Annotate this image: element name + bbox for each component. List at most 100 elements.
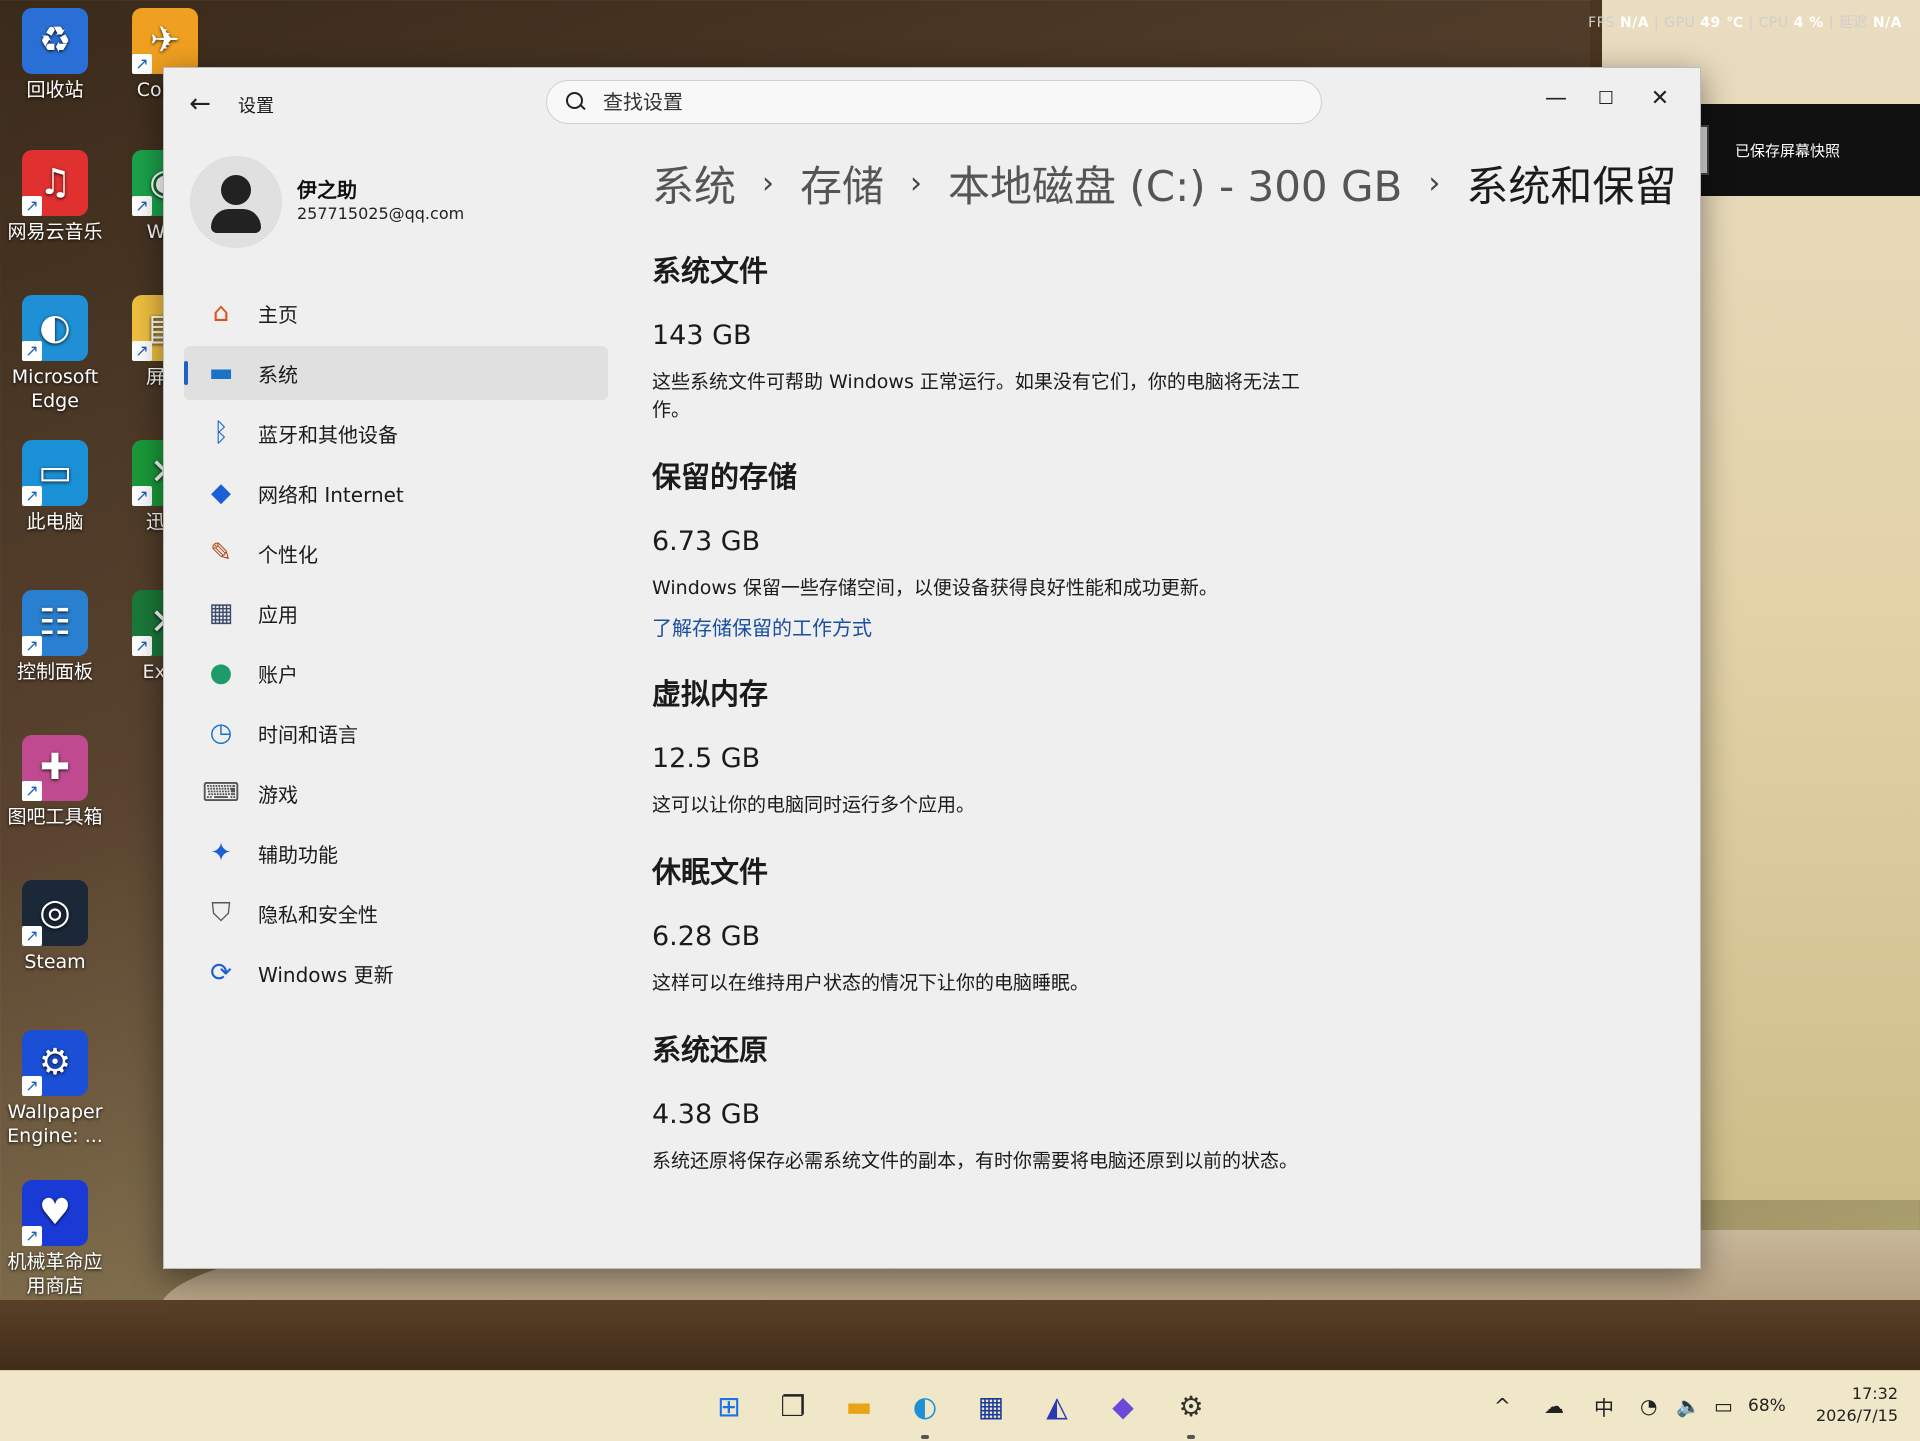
mechrevo-icon[interactable]: ◭: [1036, 1385, 1078, 1427]
section-size: 143 GB: [652, 320, 752, 351]
desktop-icon-label: 控制面板: [16, 661, 93, 683]
wifi-icon[interactable]: ◔: [1640, 1371, 1657, 1441]
shortcut-arrow-icon: ↗: [22, 781, 42, 801]
wifi-icon: ◆: [211, 478, 231, 508]
file-explorer-icon[interactable]: ▬: [838, 1385, 880, 1427]
desktop-icon[interactable]: ◐ ↗ Microsoft Edge: [0, 295, 110, 413]
gpu-label: GPU: [1664, 15, 1696, 31]
sidebar-item-label: 蓝牙和其他设备: [258, 422, 398, 447]
desktop-icon[interactable]: ◎ ↗ Steam: [0, 880, 110, 974]
sidebar-item[interactable]: ◷ 时间和语言: [184, 706, 608, 760]
shortcut-arrow-icon: ↗: [22, 1076, 42, 1096]
sidebar-item[interactable]: ⟳ Windows 更新: [184, 946, 608, 1000]
volume-icon[interactable]: 🔈: [1676, 1371, 1701, 1441]
mechrevo-store-icon: ♥ ↗: [22, 1180, 88, 1246]
recycle-bin-icon: ♻: [22, 8, 88, 74]
breadcrumb-item[interactable]: 存储: [800, 153, 884, 214]
sidebar-item-label: 隐私和安全性: [258, 902, 378, 927]
running-indicator: [921, 1435, 929, 1439]
breadcrumb-item[interactable]: 本地磁盘 (C:) - 300 GB: [948, 153, 1402, 214]
shortcut-arrow-icon: ↗: [22, 636, 42, 656]
wallpaper-engine-icon: ⚙ ↗: [22, 1030, 88, 1096]
sidebar-item-label: 时间和语言: [258, 722, 358, 747]
update-icon: ⟳: [210, 958, 232, 988]
section-size: 6.28 GB: [652, 921, 761, 952]
breadcrumb-item[interactable]: 系统: [652, 153, 736, 214]
chevron-right-icon: ›: [762, 165, 775, 201]
desktop-icon[interactable]: ♻ 回收站: [0, 8, 110, 102]
sidebar-item[interactable]: ▬ 系统: [184, 346, 608, 400]
battery-icon[interactable]: ▭: [1714, 1371, 1733, 1441]
search-box[interactable]: [546, 80, 1322, 124]
maximize-button[interactable]: ☐: [1576, 78, 1636, 118]
user-name: 伊之助: [297, 178, 357, 202]
steam-icon: ◎ ↗: [22, 880, 88, 946]
shortcut-arrow-icon: ↗: [132, 486, 152, 506]
sidebar-item[interactable]: ✎ 个性化: [184, 526, 608, 580]
storage-section: 系统还原 4.38 GB 系统还原将保存必需系统文件的副本，有时你需要将电脑还原到以…: [652, 1027, 1692, 1175]
tuba-toolbox-icon: ✚ ↗: [22, 735, 88, 801]
edge-icon[interactable]: ◐: [904, 1385, 946, 1439]
section-size: 12.5 GB: [652, 743, 761, 774]
accessibility-icon: ✦: [210, 838, 232, 868]
storage-section: 虚拟内存 12.5 GB 这可以让你的电脑同时运行多个应用。: [652, 671, 1692, 819]
latency-label: 延迟: [1838, 15, 1868, 31]
sidebar-item[interactable]: ⛉ 隐私和安全性: [184, 886, 608, 940]
desktop-icon[interactable]: ✚ ↗ 图吧工具箱: [0, 735, 110, 829]
section-title: 保留的存储: [652, 460, 798, 494]
desktop-icon[interactable]: ▭ ↗ 此电脑: [0, 440, 110, 534]
desktop-icon-label: Steam: [24, 951, 86, 973]
battery-percent[interactable]: 68%: [1748, 1371, 1786, 1441]
section-size: 4.38 GB: [652, 1099, 761, 1130]
desktop-icon-label: 网易云音乐: [7, 221, 103, 243]
section-title: 休眠文件: [652, 855, 769, 889]
sidebar-item[interactable]: ◆ 网络和 Internet: [184, 466, 608, 520]
desktop-icon[interactable]: ⚙ ↗ Wallpaper Engine: ...: [0, 1030, 110, 1148]
time-language-icon: ◷: [209, 718, 233, 748]
settings-icon[interactable]: ⚙: [1170, 1385, 1212, 1439]
section-description: 系统还原将保存必需系统文件的副本，有时你需要将电脑还原到以前的状态。: [652, 1150, 1299, 1172]
search-input[interactable]: [601, 89, 1245, 115]
toast-text: 已保存屏幕快照: [1735, 141, 1841, 160]
clock-date: 2026/7/15: [1815, 1406, 1898, 1425]
section-description: 这些系统文件可帮助 Windows 正常运行。如果没有它们，你的电脑将无法工作。: [652, 371, 1300, 421]
search-icon: [565, 91, 587, 113]
close-button[interactable]: ✕: [1630, 78, 1690, 118]
sidebar-item[interactable]: ᛒ 蓝牙和其他设备: [184, 406, 608, 460]
store-icon[interactable]: ▦: [970, 1385, 1012, 1427]
desktop-icon[interactable]: ♥ ↗ 机械革命应用商店: [0, 1180, 110, 1298]
desktop-icon[interactable]: ♫ ↗ 网易云音乐: [0, 150, 110, 244]
section-size: 6.73 GB: [652, 526, 761, 557]
learn-more-link[interactable]: 了解存储保留的工作方式: [652, 612, 1692, 641]
avatar[interactable]: [190, 156, 282, 248]
ime-indicator[interactable]: 中: [1594, 1371, 1614, 1441]
taskbar: ⊞ ❐ ▬ ◐ ▦ ◭ ◆ ⚙ ^ ☁ 中 ◔ 🔈 ▭ 68% 17:32 2026/7/15: [0, 1370, 1920, 1441]
sidebar-item-label: 辅助功能: [258, 842, 338, 867]
clock-time: 17:32: [1851, 1384, 1898, 1403]
section-description: 这可以让你的电脑同时运行多个应用。: [652, 794, 976, 816]
sidebar-item[interactable]: ⌂ 主页: [184, 286, 608, 340]
app-title: 设置: [238, 96, 274, 117]
shortcut-arrow-icon: ↗: [22, 341, 42, 361]
task-view-icon[interactable]: ❐: [772, 1385, 814, 1427]
shortcut-arrow-icon: ↗: [22, 1226, 42, 1246]
sidebar-item[interactable]: ⌨ 游戏: [184, 766, 608, 820]
sidebar-item[interactable]: ▦ 应用: [184, 586, 608, 640]
desktop-icon[interactable]: ☷ ↗ 控制面板: [0, 590, 110, 684]
breadcrumb-item: 系统和保留: [1466, 161, 1677, 211]
clock[interactable]: 17:32 2026/7/15: [1816, 1383, 1898, 1427]
start-icon[interactable]: ⊞: [708, 1385, 750, 1427]
sidebar-item[interactable]: ● 账户: [184, 646, 608, 700]
account-icon: ●: [209, 658, 233, 688]
desktop-icon-label: Wallpaper Engine: ...: [7, 1101, 103, 1147]
tray-chevron[interactable]: ^: [1494, 1371, 1511, 1441]
netease-music-icon: ♫ ↗: [22, 150, 88, 216]
back-button[interactable]: ←: [184, 88, 216, 120]
onedrive-icon[interactable]: ☁: [1544, 1371, 1564, 1441]
sidebar-item[interactable]: ✦ 辅助功能: [184, 826, 608, 880]
sidebar-item-label: 系统: [258, 362, 298, 387]
section-title: 虚拟内存: [652, 677, 769, 711]
shortcut-arrow-icon: ↗: [22, 926, 42, 946]
chevron-right-icon: ›: [1428, 165, 1441, 201]
app-icon[interactable]: ◆: [1102, 1385, 1144, 1427]
